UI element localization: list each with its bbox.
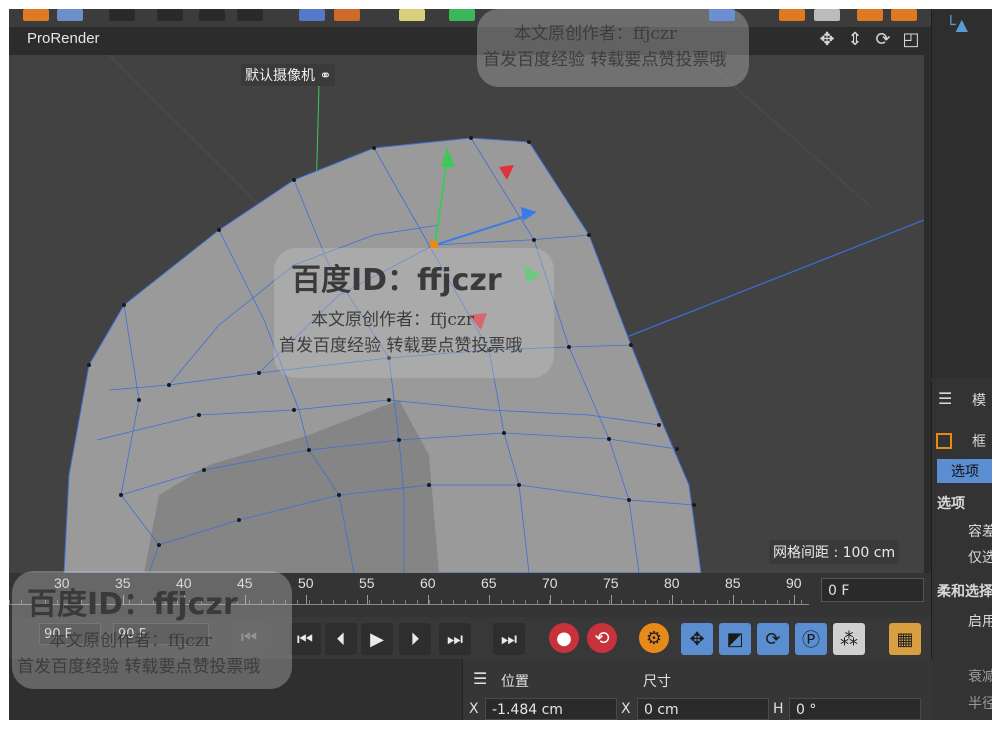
watermark-author: 本文原创作者：ffjczr <box>311 310 474 330</box>
key-scale-button[interactable]: ◩ <box>719 623 751 655</box>
option-enable: 启用 <box>968 614 992 630</box>
key-rotation-button[interactable]: ⟳ <box>757 623 789 655</box>
ruler-tick-label: 80 <box>664 575 680 591</box>
watermark-promo: 首发百度经验 转载要点赞投票哦 <box>483 50 727 70</box>
ruler-tick-label: 85 <box>725 575 741 591</box>
tab-options[interactable]: 选项 <box>937 459 992 483</box>
ruler-tick-label: 65 <box>481 575 497 591</box>
toolbar-icon[interactable] <box>449 9 475 21</box>
frame-label: 框 <box>972 434 986 450</box>
current-frame-field[interactable]: 0 F <box>821 578 924 602</box>
toolbar-icon[interactable] <box>399 9 425 21</box>
go-to-end-button[interactable]: ⏭ <box>439 623 471 655</box>
toolbar-icon[interactable] <box>109 9 135 21</box>
option-radius: 半径 <box>968 696 992 712</box>
watermark-id: 百度ID：ffjczr <box>291 263 502 298</box>
viewport-3d[interactable]: 百度ID：ffjczr 本文原创作者：ffjczr 首发百度经验 转载要点赞投票… <box>9 55 924 573</box>
options-heading: 选项 <box>937 496 965 512</box>
previous-key-button[interactable]: ⏴ <box>325 623 357 655</box>
toolbar-icon[interactable] <box>157 9 183 21</box>
world-axis-line <box>618 219 924 341</box>
autokey-button[interactable]: ⟲ <box>587 623 617 653</box>
object-tree-icon[interactable]: └▲ <box>946 15 968 34</box>
attribute-manager: ☰ 模 框 选项 选项 容差 仅选 柔和选择 启用 衰减 半径 <box>931 381 992 720</box>
toolbar-icon[interactable] <box>814 9 840 21</box>
render-icon[interactable] <box>23 9 49 21</box>
watermark-id: 百度ID：ffjczr <box>27 587 238 622</box>
grid-spacing-label: 网格间距 : 100 cm <box>769 540 900 564</box>
option-falloff: 衰减 <box>968 669 992 685</box>
position-label: 位置 <box>501 674 529 690</box>
loop-end-button[interactable]: ⏭ <box>493 623 525 655</box>
keyframe-selection-button[interactable]: ⚙ <box>639 623 669 653</box>
play-button[interactable]: ▶ <box>361 623 393 655</box>
move-view-icon[interactable]: ✥ <box>817 29 837 53</box>
coordinates-panel: ☰ 位置 尺寸 X -1.484 cm X 0 cm H 0 ° <box>462 659 932 720</box>
camera-icon: ⚭ <box>319 68 332 84</box>
watermark-author: 本文原创作者：ffjczr <box>514 24 677 44</box>
size-label: 尺寸 <box>643 674 671 690</box>
viewport-title: ProRender <box>27 30 100 47</box>
right-panel: └▲ ☰ 模 框 选项 选项 容差 仅选 柔和选择 启用 衰减 半径 <box>931 9 992 720</box>
soft-select-heading: 柔和选择 <box>937 584 992 600</box>
app-window: ProRender ✥ ⇕ ⟳ ◰ 百度ID：ffjczr 本文原创作者：ffj… <box>9 9 992 720</box>
render-view-icon[interactable] <box>57 9 83 21</box>
object-manager: └▲ <box>931 9 992 378</box>
toolbar-icon[interactable] <box>891 9 917 21</box>
camera-label: 默认摄像机 ⚭ <box>241 64 336 86</box>
toolbar-icon[interactable] <box>237 9 263 21</box>
mode-label: 模 <box>972 393 986 409</box>
record-button[interactable]: ● <box>549 623 579 653</box>
rotation-h-field[interactable]: 0 ° <box>789 698 921 720</box>
rotate-view-icon[interactable]: ⟳ <box>873 29 893 53</box>
watermark-promo: 首发百度经验 转载要点赞投票哦 <box>17 657 261 677</box>
dolly-view-icon[interactable]: ⇕ <box>845 29 865 53</box>
ruler-tick-label: 90 <box>786 575 802 591</box>
toolbar-icon[interactable] <box>857 9 883 21</box>
go-to-start-button[interactable]: ⏮ <box>289 623 321 655</box>
toolbar-icon[interactable] <box>334 9 360 21</box>
position-x-field[interactable]: -1.484 cm <box>485 698 617 720</box>
menu-icon[interactable]: ☰ <box>473 669 487 688</box>
watermark-promo: 首发百度经验 转载要点赞投票哦 <box>279 336 523 356</box>
ruler-tick-label: 60 <box>420 575 436 591</box>
watermark-author: 本文原创作者：ffjczr <box>49 631 212 651</box>
ruler-tick-label: 75 <box>603 575 619 591</box>
option-select-only: 仅选 <box>968 550 992 566</box>
toolbar-icon[interactable] <box>299 9 325 21</box>
menu-icon[interactable]: ☰ <box>938 389 952 408</box>
h-label: H <box>773 701 784 717</box>
maximize-view-icon[interactable]: ◰ <box>901 29 921 53</box>
ruler-tick-label: 50 <box>298 575 314 591</box>
key-param-button[interactable]: Ⓟ <box>795 623 827 655</box>
key-position-button[interactable]: ✥ <box>681 623 713 655</box>
toolbar-icon[interactable] <box>199 9 225 21</box>
toolbar-icon[interactable] <box>779 9 805 21</box>
frame-icon[interactable] <box>936 433 952 449</box>
size-x-field[interactable]: 0 cm <box>637 698 769 720</box>
ruler-tick-label: 55 <box>359 575 375 591</box>
key-pla-button[interactable]: ⁂ <box>833 623 865 655</box>
scheme-button[interactable]: ▦ <box>889 623 921 655</box>
option-tolerance: 容差 <box>968 524 992 540</box>
next-key-button[interactable]: ⏵ <box>399 623 431 655</box>
size-x-label: X <box>621 701 631 717</box>
viewport-nav: ✥ ⇕ ⟳ ◰ <box>817 29 927 53</box>
x-label: X <box>469 701 479 717</box>
ruler-tick-label: 70 <box>542 575 558 591</box>
